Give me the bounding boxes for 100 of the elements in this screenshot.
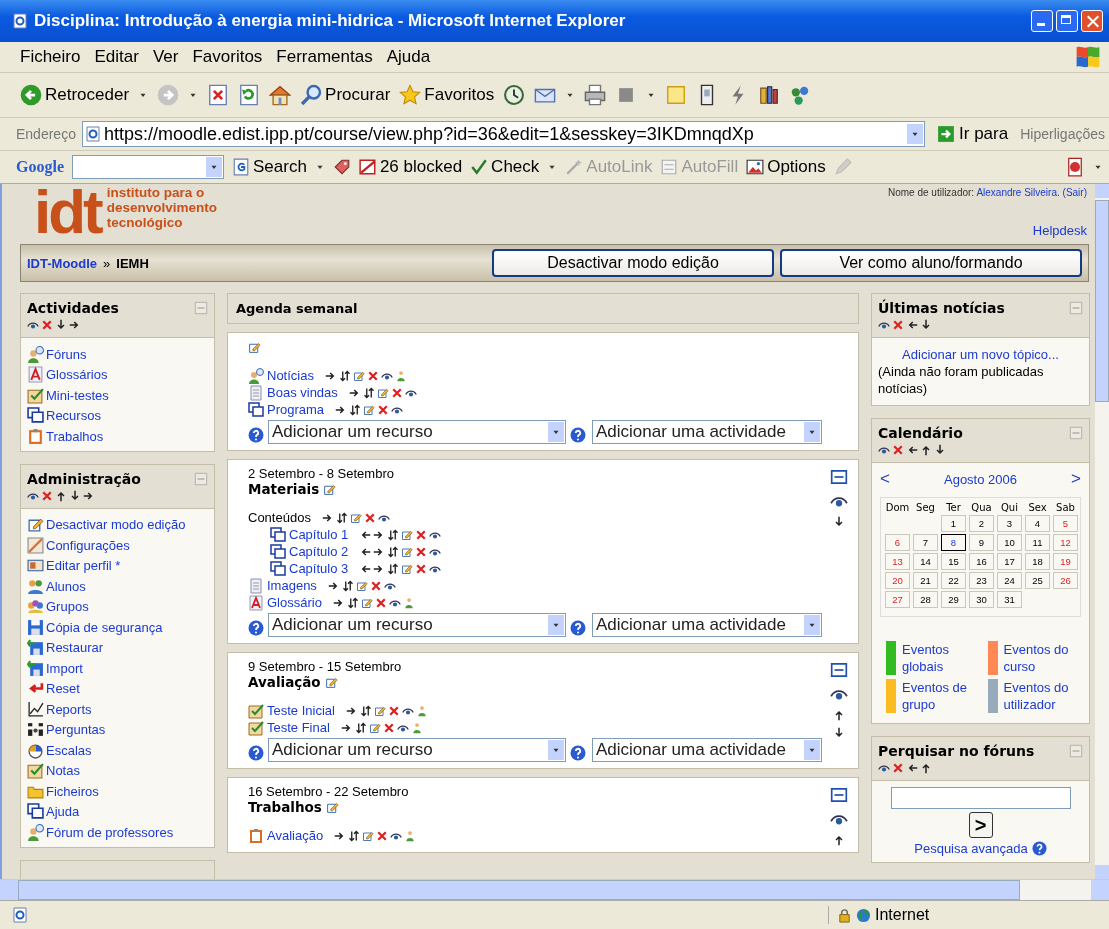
activity-link[interactable]: Programa (267, 402, 325, 417)
pencil-paper-icon[interactable] (401, 545, 414, 558)
delete-icon[interactable] (892, 319, 904, 331)
right-arrow-icon[interactable] (69, 319, 81, 331)
up-down-arrows-icon[interactable] (362, 386, 375, 399)
activity-link[interactable]: Notícias (267, 368, 314, 383)
help-icon[interactable] (1031, 841, 1047, 856)
delete-icon[interactable] (415, 528, 428, 541)
calendar-day[interactable]: 1 (941, 515, 966, 532)
up-down-arrows-icon[interactable] (387, 545, 400, 558)
up-down-arrows-icon[interactable] (338, 369, 351, 382)
legend-link[interactable]: Eventos globais (902, 641, 970, 675)
sidebar-link[interactable]: Perguntas (46, 722, 106, 738)
picture-icon[interactable] (746, 158, 765, 176)
delete-icon[interactable] (390, 386, 403, 399)
close-button[interactable] (1081, 10, 1103, 32)
calendar-day[interactable]: 11 (1025, 534, 1050, 551)
calendar-day[interactable]: 21 (913, 572, 938, 589)
help-icon[interactable] (248, 620, 264, 636)
pencil-paper-icon[interactable] (368, 721, 381, 734)
up-down-arrows-icon[interactable] (348, 829, 361, 842)
sidebar-link[interactable]: Glossários (46, 367, 108, 383)
pencil-paper-icon[interactable] (323, 482, 337, 496)
check-mark-icon[interactable] (470, 158, 489, 176)
calendar-day[interactable]: 18 (1025, 553, 1050, 570)
down-arrow-icon[interactable] (833, 727, 845, 739)
legend-link[interactable]: Eventos de grupo (902, 679, 970, 713)
pencil-paper-icon[interactable] (324, 675, 338, 689)
search-icon[interactable] (300, 84, 323, 106)
previous-month-link[interactable]: < (880, 469, 890, 489)
up-down-arrows-icon[interactable] (346, 596, 359, 609)
down-arrow-icon[interactable] (920, 319, 932, 331)
calendar-day[interactable]: 29 (941, 591, 966, 608)
add-select[interactable]: Adicionar uma actividade (592, 420, 822, 444)
calendar-day[interactable]: 8 (941, 534, 966, 551)
activity-link[interactable]: Glossário (267, 595, 322, 610)
vertical-scrollbar[interactable] (1095, 184, 1109, 879)
down-arrow-icon[interactable] (69, 489, 81, 502)
calendar-day[interactable]: 30 (969, 591, 994, 608)
calendar-day[interactable]: 12 (1053, 534, 1078, 551)
document-globe-icon[interactable] (1065, 157, 1085, 177)
sidebar-link[interactable]: Restaurar (46, 640, 104, 656)
up-arrow-icon[interactable] (920, 762, 932, 774)
toolbar-button[interactable]: Procurar (300, 84, 391, 106)
legend-link[interactable]: Eventos do utilizador (1003, 679, 1072, 713)
up-arrow-icon[interactable] (920, 444, 932, 456)
toolbar-button[interactable]: Retroceder (20, 84, 130, 106)
calendar-day[interactable]: 24 (997, 572, 1022, 589)
delete-icon[interactable] (366, 369, 379, 382)
search-field[interactable] (72, 155, 224, 179)
up-down-arrows-icon[interactable] (335, 511, 348, 524)
sidebar-link[interactable]: Trabalhos (46, 428, 104, 444)
delete-icon[interactable] (376, 829, 389, 842)
sidebar-link[interactable]: Fórum de professores (46, 824, 174, 840)
minus-box-icon[interactable] (830, 661, 848, 679)
logout-link[interactable]: (Sair) (1062, 187, 1087, 198)
sidebar-link[interactable]: Ajuda (46, 804, 80, 820)
activity-link[interactable]: Teste Final (267, 720, 330, 735)
sidebar-link[interactable]: Reset (46, 681, 80, 697)
delete-icon[interactable] (892, 762, 904, 774)
calendar-day[interactable]: 2 (969, 515, 994, 532)
sidebar-link[interactable]: Mini-testes (46, 387, 109, 403)
menu-item[interactable]: Ver (152, 47, 179, 67)
left-arrow-icon[interactable] (906, 319, 918, 331)
delete-icon[interactable] (41, 489, 53, 502)
sidebar-link[interactable]: Import (46, 660, 83, 676)
links-label[interactable]: Hiperligações (1020, 126, 1105, 142)
minus-box-icon[interactable] (830, 468, 848, 486)
pencil-paper-icon[interactable] (360, 596, 373, 609)
pencil-paper-icon[interactable] (362, 829, 375, 842)
sidebar-link[interactable]: Cópia de segurança (46, 619, 163, 635)
help-icon[interactable] (248, 427, 264, 443)
pencil-paper-icon[interactable] (352, 369, 365, 382)
left-arrow-icon[interactable] (906, 762, 918, 774)
calendar-day[interactable]: 25 (1025, 572, 1050, 589)
calendar-day[interactable]: 10 (997, 534, 1022, 551)
up-arrow-icon[interactable] (833, 709, 845, 721)
sidebar-link[interactable]: Editar perfil * (46, 558, 121, 574)
address-field[interactable]: https://moodle.edist.ipp.pt/course/view.php?id=36&edit=1&sesskey=3IKDmnqdXp (81, 121, 926, 147)
calendar-day[interactable]: 31 (997, 591, 1022, 608)
pencil-paper-icon[interactable] (401, 528, 414, 541)
web-page-icon[interactable] (232, 158, 250, 176)
add-select[interactable]: Adicionar um recurso (268, 613, 566, 637)
stop-icon[interactable] (207, 84, 230, 106)
activity-link[interactable]: Imagens (267, 578, 317, 593)
legend-link[interactable]: Eventos do curso (1003, 641, 1072, 675)
delete-icon[interactable] (382, 721, 395, 734)
delete-icon[interactable] (369, 579, 382, 592)
nav-button[interactable]: Desactivar modo edição (492, 249, 774, 277)
calendar-day[interactable]: 16 (969, 553, 994, 570)
up-down-arrows-icon[interactable] (387, 562, 400, 575)
menu-item[interactable]: Ferramentas (276, 47, 373, 67)
blocked-window-icon[interactable] (358, 158, 377, 176)
delete-icon[interactable] (374, 596, 387, 609)
sidebar-link[interactable]: Desactivar modo edição (46, 517, 186, 533)
star-icon[interactable] (399, 84, 422, 106)
pencil-paper-icon[interactable] (355, 579, 368, 592)
up-arrow-icon[interactable] (55, 489, 67, 502)
maximize-button[interactable] (1056, 10, 1078, 32)
sidebar-link[interactable]: Ficheiros (46, 783, 99, 799)
